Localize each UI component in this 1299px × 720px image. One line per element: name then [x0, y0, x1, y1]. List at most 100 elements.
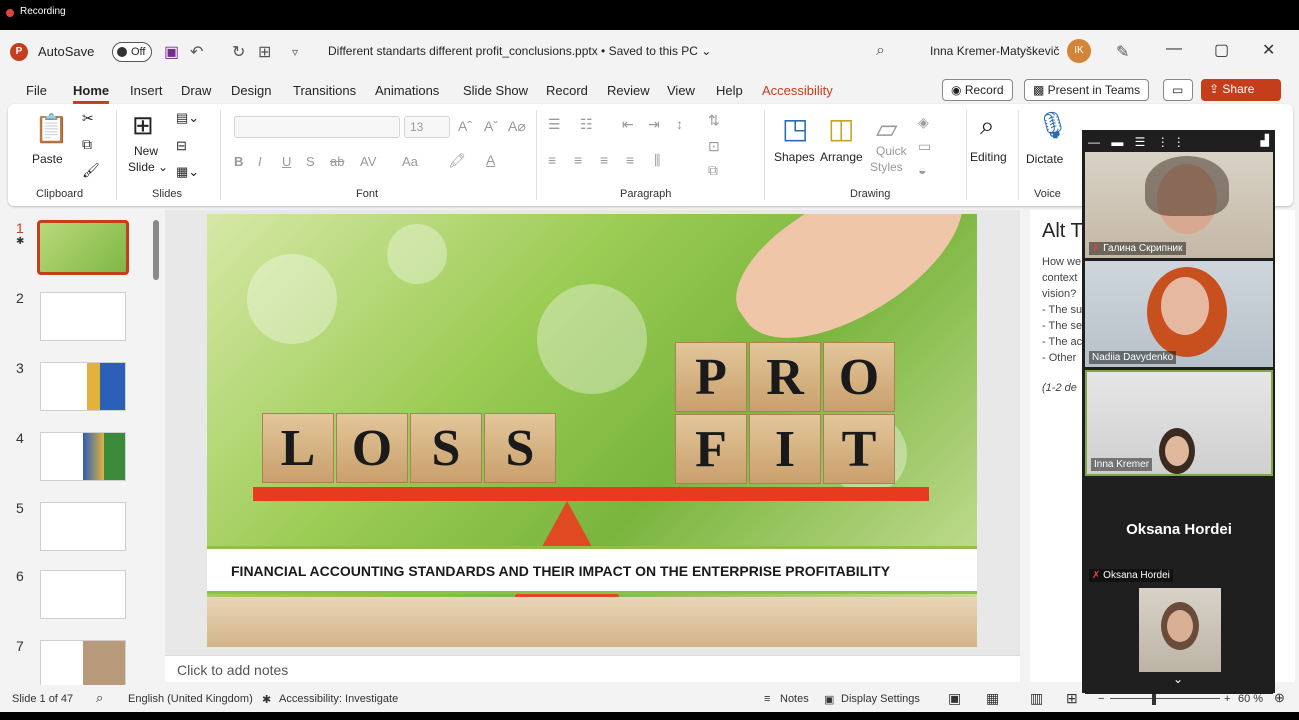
- shrink-font-icon[interactable]: Aˇ: [484, 118, 498, 134]
- minimize-icon[interactable]: —: [1166, 40, 1182, 58]
- record-button[interactable]: ◉ Record: [942, 79, 1013, 101]
- tab-animations[interactable]: Animations: [375, 83, 439, 98]
- tab-home[interactable]: Home: [73, 83, 110, 104]
- document-title[interactable]: Different standarts different profit_con…: [328, 44, 711, 58]
- align-left-icon[interactable]: ≡: [548, 152, 556, 168]
- editing-search-icon[interactable]: ⌕: [980, 110, 995, 142]
- format-painter-icon[interactable]: 🖌: [82, 162, 100, 179]
- shapes-button[interactable]: Shapes: [774, 150, 815, 164]
- new-slide-icon[interactable]: ⊞: [132, 110, 154, 141]
- layout-icon[interactable]: ▤⌄: [176, 110, 199, 126]
- display-settings-button[interactable]: Display Settings: [841, 693, 920, 705]
- notes-pane[interactable]: Click to add notes: [165, 655, 1020, 682]
- section-icon[interactable]: ▦⌄: [176, 164, 199, 180]
- restore-icon[interactable]: ▢: [1214, 40, 1229, 60]
- slide-thumbnail-1[interactable]: [37, 220, 129, 275]
- teams-window-controls-icon[interactable]: — ▬ ☰ ⋮⋮: [1088, 135, 1189, 149]
- normal-view-icon[interactable]: ▣: [948, 690, 961, 707]
- accessibility-status[interactable]: Accessibility: Investigate: [279, 693, 398, 705]
- expand-chevron-icon[interactable]: ⌄: [1173, 672, 1183, 686]
- spelling-icon[interactable]: ⌕: [96, 690, 103, 706]
- participant-video-tile[interactable]: Nadiia Davydenko: [1085, 261, 1273, 367]
- shadow-button[interactable]: S: [306, 154, 315, 169]
- user-name[interactable]: Inna Kremer-Matyškevič: [930, 44, 1059, 58]
- slide-title[interactable]: FINANCIAL ACCOUNTING STANDARDS AND THEIR…: [231, 563, 890, 579]
- reset-icon[interactable]: ⊟: [176, 138, 187, 154]
- notes-toggle[interactable]: Notes: [780, 693, 809, 705]
- align-text-icon[interactable]: ⊡: [708, 138, 720, 155]
- clear-format-icon[interactable]: A⌀: [508, 118, 526, 135]
- thumbnail-scrollbar[interactable]: [153, 220, 159, 280]
- close-icon[interactable]: ✕: [1262, 40, 1275, 60]
- shapes-icon[interactable]: ◳: [782, 112, 808, 145]
- slide-thumbnail-2[interactable]: [40, 292, 126, 341]
- slide-thumbnail-3[interactable]: [40, 362, 126, 411]
- pen-icon[interactable]: ✎: [1116, 42, 1129, 62]
- line-spacing-icon[interactable]: ↕: [676, 116, 683, 132]
- quick-styles-icon[interactable]: ▱: [876, 112, 898, 145]
- quick-styles-label-1[interactable]: Quick: [876, 144, 907, 158]
- participant-video-tile[interactable]: ✗ Галина Скрипник: [1085, 152, 1273, 258]
- zoom-in-icon[interactable]: +: [1224, 693, 1230, 705]
- new-slide-label-1[interactable]: New: [134, 144, 158, 158]
- increase-indent-icon[interactable]: ⇥: [648, 116, 660, 133]
- cut-icon[interactable]: ✂: [82, 110, 94, 127]
- autosave-toggle[interactable]: Off: [112, 42, 152, 62]
- tab-help[interactable]: Help: [716, 83, 743, 98]
- user-avatar[interactable]: IK: [1067, 39, 1091, 63]
- underline-button[interactable]: U: [282, 154, 291, 169]
- search-icon[interactable]: ⌕: [876, 42, 885, 60]
- reading-view-icon[interactable]: ▥: [1030, 690, 1043, 707]
- redo-icon[interactable]: ↻: [232, 42, 245, 62]
- language-status[interactable]: English (United Kingdom): [128, 693, 253, 705]
- present-in-teams-button[interactable]: ▩ Present in Teams: [1024, 79, 1150, 101]
- font-color-icon[interactable]: A: [486, 152, 495, 168]
- comments-button[interactable]: ▭: [1163, 79, 1193, 101]
- tab-slide-show[interactable]: Slide Show: [463, 83, 528, 98]
- tab-review[interactable]: Review: [607, 83, 650, 98]
- tab-insert[interactable]: Insert: [130, 83, 163, 98]
- participant-video-tile[interactable]: ⌄: [1085, 588, 1273, 694]
- customize-icon[interactable]: ▿: [292, 45, 298, 59]
- tab-accessibility[interactable]: Accessibility: [762, 83, 833, 98]
- editing-button[interactable]: Editing: [970, 150, 1007, 164]
- font-size-box[interactable]: 13: [404, 116, 450, 138]
- arrange-button[interactable]: Arrange: [820, 150, 863, 164]
- italic-button[interactable]: I: [258, 154, 262, 169]
- bullets-icon[interactable]: ☰: [548, 116, 561, 133]
- slide-canvas[interactable]: L O S S P R O F I T FINANCIAL ACCOUNTING…: [207, 214, 977, 647]
- highlight-icon[interactable]: 🖍: [448, 152, 466, 169]
- change-case-button[interactable]: Aa: [402, 154, 418, 169]
- justify-icon[interactable]: ≡: [626, 152, 634, 168]
- quick-styles-label-2[interactable]: Styles: [870, 160, 903, 174]
- shape-outline-icon[interactable]: ▭: [918, 138, 931, 155]
- strikethrough-button[interactable]: ab: [330, 154, 344, 169]
- tab-record[interactable]: Record: [546, 83, 588, 98]
- slide-thumbnail-7[interactable]: [40, 640, 126, 689]
- save-icon[interactable]: ▣: [164, 42, 179, 62]
- slide-thumbnail-6[interactable]: [40, 570, 126, 619]
- grow-font-icon[interactable]: Aˆ: [458, 118, 472, 134]
- shape-fill-icon[interactable]: ◈: [918, 114, 929, 131]
- slideshow-icon[interactable]: ⊞: [1066, 690, 1078, 707]
- fit-slide-icon[interactable]: ⊕: [1274, 690, 1285, 706]
- copy-icon[interactable]: ⧉: [82, 136, 92, 153]
- popout-icon[interactable]: ▟: [1261, 134, 1269, 147]
- tab-draw[interactable]: Draw: [181, 83, 211, 98]
- zoom-slider-thumb[interactable]: [1152, 693, 1156, 705]
- share-button[interactable]: ⇪ Share: [1201, 79, 1281, 101]
- spacing-button[interactable]: AV: [360, 154, 376, 169]
- undo-icon[interactable]: ↶: [190, 42, 203, 62]
- align-center-icon[interactable]: ≡: [574, 152, 582, 168]
- paste-icon[interactable]: 📋: [34, 112, 69, 145]
- tab-transitions[interactable]: Transitions: [293, 83, 356, 98]
- numbering-icon[interactable]: ☷: [580, 116, 593, 133]
- arrange-icon[interactable]: ◫: [828, 112, 854, 145]
- zoom-level[interactable]: 60 %: [1238, 693, 1263, 705]
- smartart-icon[interactable]: ⧉: [708, 162, 718, 179]
- paste-button[interactable]: Paste: [32, 152, 63, 166]
- bold-button[interactable]: B: [234, 154, 243, 169]
- dictate-button[interactable]: Dictate: [1026, 152, 1063, 166]
- slide-thumbnail-4[interactable]: [40, 432, 126, 481]
- slide-thumbnail-5[interactable]: [40, 502, 126, 551]
